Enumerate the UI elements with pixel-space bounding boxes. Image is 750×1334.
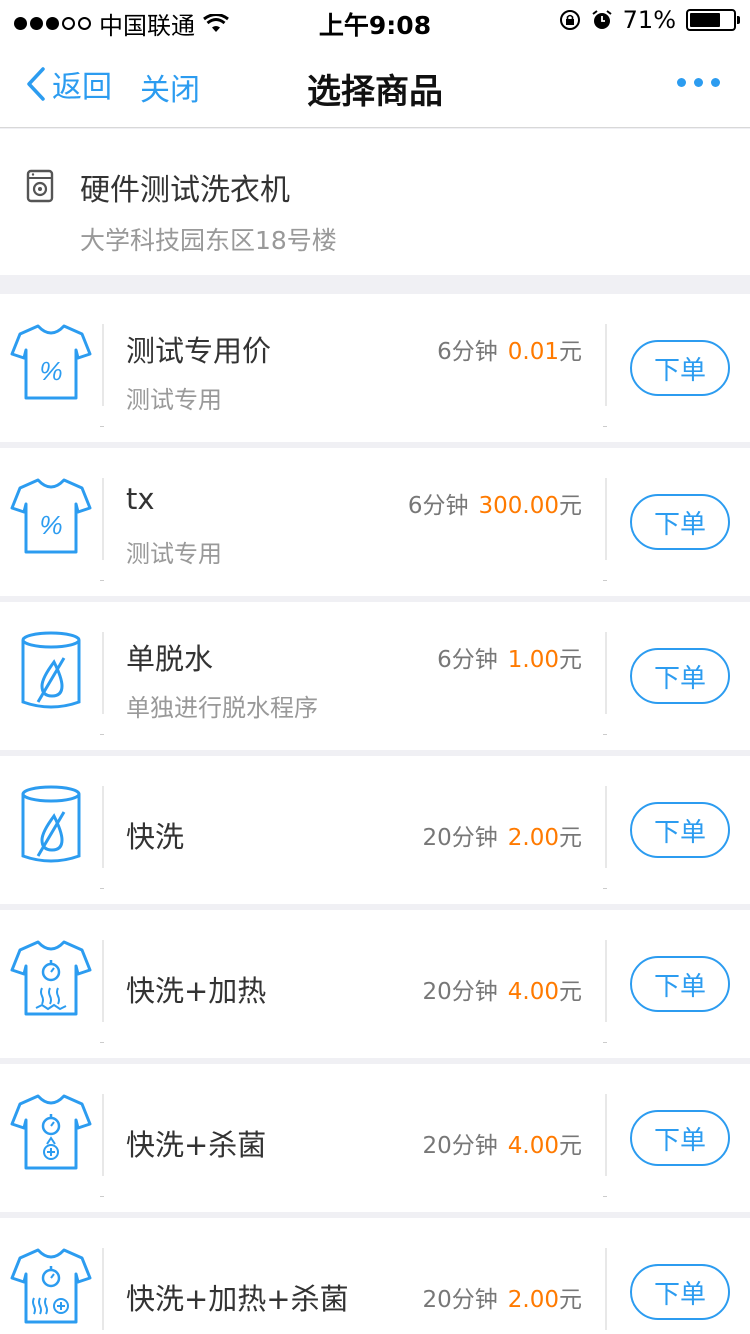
rotation-lock-icon bbox=[559, 10, 580, 30]
drum-no-water-icon bbox=[21, 785, 81, 863]
price-unit: 元 bbox=[559, 339, 582, 365]
product-list: % 测试专用价 测试专用 6分钟 0.01元 下单 % tx 测试专用 6分钟 30… bbox=[0, 294, 750, 1334]
product-name: 快洗 bbox=[126, 820, 185, 854]
product-price: 6分钟 300.00元 bbox=[408, 486, 582, 520]
product-duration: 6分钟 bbox=[437, 647, 498, 673]
device-address: 大学科技园东区18号楼 bbox=[80, 226, 337, 255]
chevron-left-icon bbox=[27, 67, 45, 101]
product-desc: 单独进行脱水程序 bbox=[126, 694, 318, 722]
product-amount: 2.00 bbox=[507, 825, 559, 851]
price-unit: 元 bbox=[559, 493, 582, 519]
svg-text:%: % bbox=[39, 510, 62, 540]
order-button[interactable]: 下单 bbox=[630, 1264, 730, 1320]
product-amount: 4.00 bbox=[507, 1133, 559, 1159]
more-dot-icon bbox=[677, 78, 686, 87]
washing-machine-icon bbox=[26, 169, 54, 203]
order-button[interactable]: 下单 bbox=[630, 802, 730, 858]
product-name: 快洗+加热+杀菌 bbox=[126, 1282, 349, 1316]
more-button[interactable] bbox=[677, 78, 720, 87]
product-name: 快洗+加热 bbox=[126, 974, 267, 1008]
product-amount: 2.00 bbox=[507, 1287, 559, 1313]
tshirt-timer-heat-sterilize-icon bbox=[10, 1248, 92, 1324]
product-duration: 20分钟 bbox=[422, 825, 498, 851]
product-desc: 测试专用 bbox=[126, 386, 222, 414]
product-amount: 0.01 bbox=[507, 339, 559, 365]
back-button[interactable]: 返回 bbox=[26, 62, 112, 106]
page-title: 选择商品 bbox=[307, 72, 443, 112]
tshirt-percent-icon: % bbox=[10, 324, 92, 400]
back-label: 返回 bbox=[52, 70, 112, 105]
product-item: 快洗 20分钟 2.00元 下单 bbox=[0, 756, 750, 904]
price-unit: 元 bbox=[559, 979, 582, 1005]
tshirt-timer-heat-icon bbox=[10, 940, 92, 1016]
alarm-icon bbox=[592, 10, 612, 29]
price-unit: 元 bbox=[559, 647, 582, 673]
order-button[interactable]: 下单 bbox=[630, 648, 730, 704]
battery-percent: 71% bbox=[622, 6, 676, 34]
tshirt-percent-icon: % bbox=[10, 478, 92, 554]
status-bar: 中国联通 上午9:08 71% bbox=[0, 0, 750, 40]
order-button[interactable]: 下单 bbox=[630, 1110, 730, 1166]
order-button[interactable]: 下单 bbox=[630, 340, 730, 396]
svg-text:%: % bbox=[39, 356, 62, 386]
order-button[interactable]: 下单 bbox=[630, 494, 730, 550]
product-amount: 4.00 bbox=[507, 979, 559, 1005]
status-right: 71% bbox=[559, 6, 740, 34]
product-name: 快洗+杀菌 bbox=[126, 1128, 267, 1162]
product-price: 20分钟 4.00元 bbox=[423, 1126, 583, 1160]
product-amount: 1.00 bbox=[507, 647, 559, 673]
product-amount: 300.00 bbox=[478, 493, 559, 519]
battery-icon bbox=[686, 9, 740, 31]
product-desc: 测试专用 bbox=[126, 540, 222, 568]
product-name: 单脱水 bbox=[126, 642, 214, 676]
product-price: 20分钟 4.00元 bbox=[423, 972, 583, 1006]
tshirt-timer-sterilize-icon bbox=[10, 1094, 92, 1170]
product-price: 20分钟 2.00元 bbox=[423, 1280, 583, 1314]
device-card: 硬件测试洗衣机 大学科技园东区18号楼 bbox=[0, 129, 750, 275]
product-duration: 20分钟 bbox=[422, 1287, 498, 1313]
product-duration: 20分钟 bbox=[422, 1133, 498, 1159]
product-name: 测试专用价 bbox=[126, 334, 272, 368]
price-unit: 元 bbox=[559, 1133, 582, 1159]
product-name: tx bbox=[126, 482, 155, 516]
product-item: 快洗+加热 20分钟 4.00元 下单 bbox=[0, 910, 750, 1058]
close-button[interactable]: 关闭 bbox=[140, 65, 200, 109]
product-duration: 20分钟 bbox=[422, 979, 498, 1005]
product-duration: 6分钟 bbox=[407, 493, 469, 519]
product-price: 6分钟 0.01元 bbox=[437, 332, 582, 366]
product-item: 快洗+加热+杀菌 20分钟 2.00元 下单 bbox=[0, 1218, 750, 1334]
product-item: % tx 测试专用 6分钟 300.00元 下单 bbox=[0, 448, 750, 596]
product-price: 20分钟 2.00元 bbox=[423, 818, 583, 852]
product-item: 单脱水 单独进行脱水程序 6分钟 1.00元 下单 bbox=[0, 602, 750, 750]
order-button[interactable]: 下单 bbox=[630, 956, 730, 1012]
price-unit: 元 bbox=[559, 825, 582, 851]
more-dot-icon bbox=[694, 78, 703, 87]
nav-bar: 返回 关闭 选择商品 bbox=[0, 40, 750, 128]
product-item: 快洗+杀菌 20分钟 4.00元 下单 bbox=[0, 1064, 750, 1212]
product-duration: 6分钟 bbox=[437, 339, 498, 365]
more-dot-icon bbox=[711, 78, 720, 87]
product-price: 6分钟 1.00元 bbox=[437, 640, 582, 674]
drum-no-water-icon bbox=[21, 631, 81, 709]
device-name: 硬件测试洗衣机 bbox=[80, 173, 290, 208]
product-item: % 测试专用价 测试专用 6分钟 0.01元 下单 bbox=[0, 294, 750, 442]
price-unit: 元 bbox=[559, 1287, 582, 1313]
